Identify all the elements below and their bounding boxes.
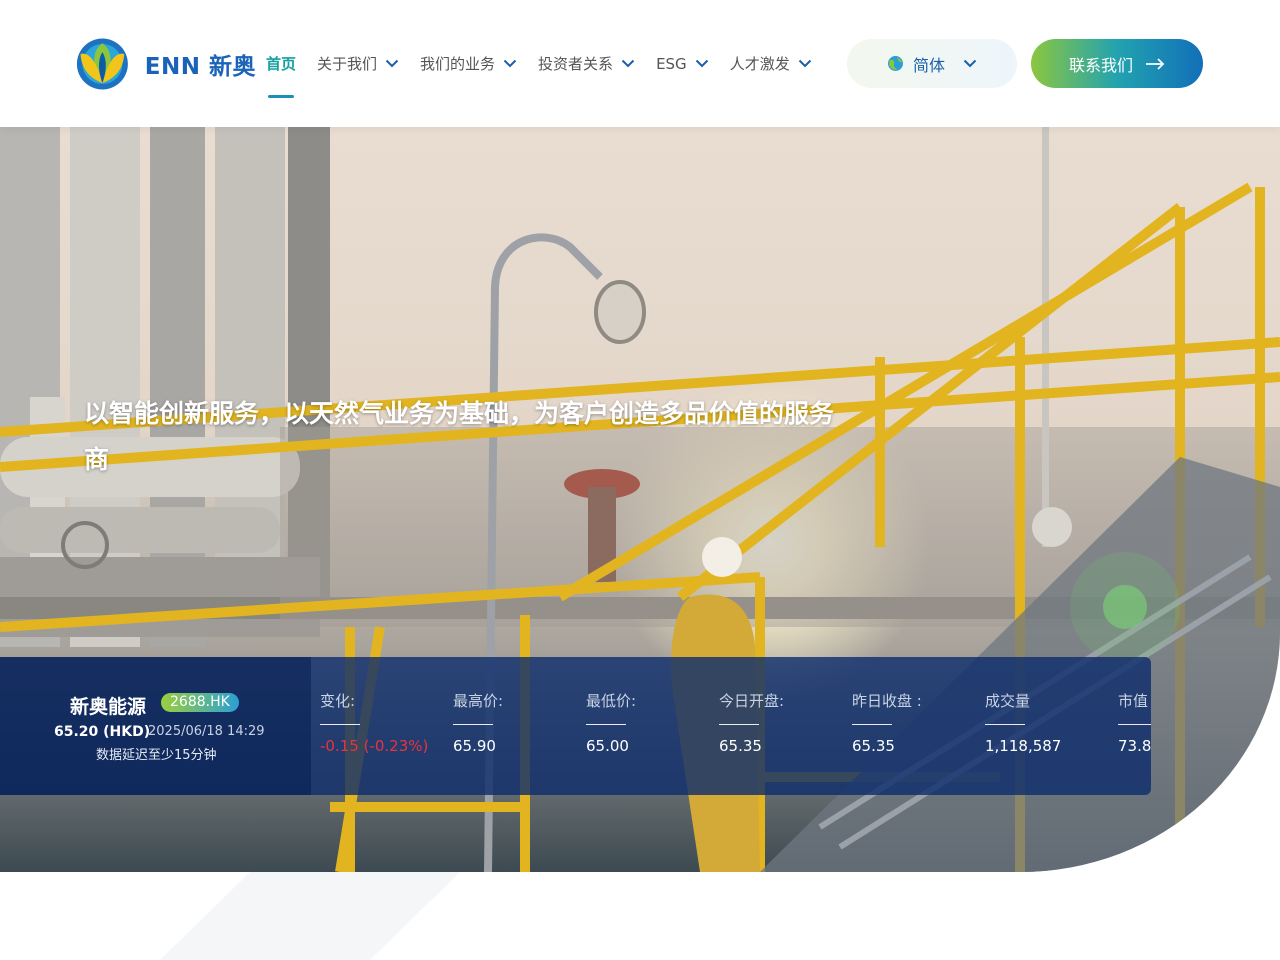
stat-market-cap: 市值 73.8: [1118, 690, 1151, 755]
stat-divider: [719, 724, 759, 725]
stat-low: 最低价: 65.00: [586, 690, 719, 755]
site-header: ENN 新奥 首页 关于我们 我们的业务 投资者关系 ESG 人才激发 简体 联…: [0, 0, 1280, 127]
hero-headline: 以智能创新服务，以天然气业务为基础，为客户创造多品价值的服务商: [84, 399, 835, 474]
chevron-down-icon: [798, 59, 811, 68]
nav-label: ESG: [656, 54, 687, 73]
contact-label: 联系我们: [1068, 55, 1133, 75]
globe-icon: [887, 56, 903, 71]
nav-label: 首页: [266, 55, 297, 73]
stat-divider: [453, 724, 493, 725]
stat-divider: [852, 724, 892, 725]
enn-logo[interactable]: ENN 新奥: [76, 35, 256, 93]
nav-label: 我们的业务: [420, 55, 496, 73]
stat-value: 65.35: [852, 737, 895, 755]
chevron-down-icon: [621, 59, 635, 68]
stat-high: 最高价: 65.90: [453, 690, 586, 755]
stat-prev-close: 昨日收盘 : 65.35: [852, 690, 985, 755]
language-selector[interactable]: 简体: [847, 39, 1017, 88]
nav-item-esg[interactable]: ESG: [656, 0, 709, 127]
stat-divider: [586, 724, 626, 725]
stat-label: 最低价:: [586, 692, 637, 710]
stock-name: 新奥能源: [70, 696, 147, 718]
stock-ticker-panel: 新奥能源 2688.HK 65.20 (HKD) 2025/06/18 14:2…: [0, 657, 1151, 795]
chevron-down-icon: [695, 59, 708, 68]
stat-value: 65.90: [453, 737, 496, 755]
nav-label: 人才激发: [729, 55, 790, 73]
nav-item-investors[interactable]: 投资者关系: [538, 0, 635, 127]
stock-ticker-badge: 2688.HK: [161, 693, 239, 712]
stat-volume: 成交量 1,118,587: [985, 690, 1118, 755]
stat-label: 昨日收盘 :: [852, 692, 922, 710]
chevron-down-icon: [503, 59, 517, 68]
chevron-down-icon: [963, 59, 977, 68]
stat-change: 变化: -0.15 (-0.23%): [320, 690, 453, 755]
decorative-wave: [160, 872, 460, 960]
stat-label: 变化:: [320, 692, 356, 710]
nav-item-business[interactable]: 我们的业务: [420, 0, 517, 127]
stat-divider: [320, 724, 360, 725]
stock-datetime: 2025/06/18 14:29: [148, 724, 265, 739]
stock-price: 65.20 (HKD): [54, 724, 151, 740]
language-label: 简体: [912, 55, 945, 75]
contact-us-button[interactable]: 联系我们: [1031, 39, 1203, 88]
main-nav: 首页 关于我们 我们的业务 投资者关系 ESG 人才激发: [266, 0, 833, 127]
arrow-right-icon: [1146, 57, 1165, 70]
stat-label: 成交量: [985, 692, 1031, 710]
logo-text: ENN 新奥: [144, 54, 256, 80]
stat-value: 65.00: [586, 737, 629, 755]
stat-label: 市值: [1118, 692, 1149, 710]
stat-value: 73.8: [1118, 737, 1151, 755]
enn-logo-icon: [76, 38, 128, 90]
chevron-down-icon: [385, 59, 399, 68]
stat-value: -0.15 (-0.23%): [320, 737, 429, 755]
stat-label: 最高价:: [453, 692, 504, 710]
stock-delay-note: 数据延迟至少15分钟: [96, 748, 217, 763]
stat-label: 今日开盘:: [719, 692, 785, 710]
stat-value: 65.35: [719, 737, 762, 755]
stat-value: 1,118,587: [985, 737, 1062, 755]
nav-item-home[interactable]: 首页: [266, 0, 296, 127]
stat-divider: [1118, 724, 1151, 725]
nav-item-about[interactable]: 关于我们: [317, 0, 399, 127]
stat-open: 今日开盘: 65.35: [719, 690, 852, 755]
nav-label: 关于我们: [317, 55, 378, 73]
stat-divider: [985, 724, 1025, 725]
nav-label: 投资者关系: [538, 55, 614, 73]
nav-item-talent[interactable]: 人才激发: [730, 0, 812, 127]
